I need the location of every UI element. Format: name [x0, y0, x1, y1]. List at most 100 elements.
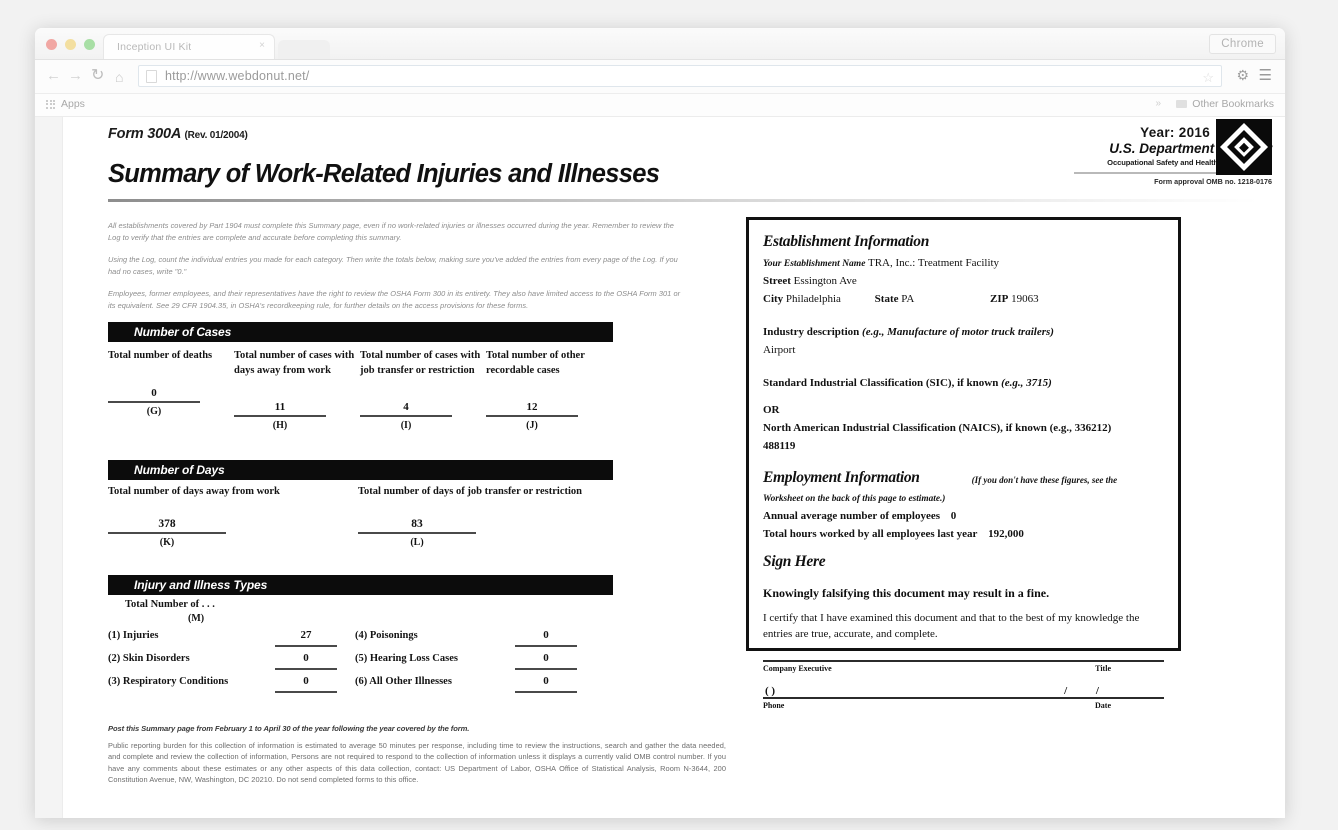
dol-seal-icon	[1216, 119, 1272, 175]
signature-line[interactable]	[763, 660, 1164, 662]
total-hours-value: 192,000	[988, 528, 1024, 540]
value-underline	[275, 645, 337, 647]
case-key: (G)	[146, 405, 162, 417]
type-value-cell: 0	[515, 629, 577, 647]
intro-paragraph-2: Using the Log, count the individual entr…	[108, 255, 678, 276]
phone-date-captions: Phone Date	[763, 701, 1164, 710]
zip-value: 19063	[1011, 293, 1039, 305]
section-header-number-of-days: Number of Days	[108, 460, 613, 480]
type-value-cell: 0	[275, 675, 337, 693]
phone-date-values: ( ) / /	[763, 685, 1164, 697]
phone-date-line[interactable]	[763, 697, 1164, 699]
forward-arrow-icon[interactable]: →	[68, 68, 83, 84]
value-underline	[515, 668, 577, 670]
bookmarks-overflow-icon[interactable]: »	[1155, 98, 1161, 109]
state-value: PA	[901, 293, 915, 305]
industry-description-row: Industry description (e.g., Manufacture …	[763, 326, 1164, 338]
browser-title-bar: Inception UI Kit × Chrome	[35, 28, 1285, 60]
maximize-window-button[interactable]	[84, 39, 95, 50]
type-row: (2) Skin Disorders 0 (5) Hearing Loss Ca…	[108, 652, 613, 675]
value-underline	[108, 400, 200, 403]
type-value-cell: 0	[275, 652, 337, 670]
type-label: (2) Skin Disorders	[108, 653, 190, 664]
other-bookmarks-button[interactable]: Other Bookmarks	[1176, 98, 1274, 110]
company-executive-label: Company Executive	[763, 664, 832, 673]
form-revision: (Rev. 01/2004)	[184, 130, 248, 141]
days-grid: Total number of days away from work 378 …	[108, 485, 628, 548]
section-header-number-of-cases: Number of Cases	[108, 322, 613, 342]
type-value-cell: 0	[515, 675, 577, 693]
zip-label: ZIP	[990, 293, 1009, 305]
apps-label: Apps	[61, 98, 85, 110]
bookmarks-bar: Apps » Other Bookmarks	[35, 94, 1285, 117]
home-icon[interactable]: ⌂	[115, 69, 123, 85]
type-label: (4) Poisonings	[355, 630, 418, 641]
case-column-g: Total number of deaths 0 (G)	[108, 349, 234, 431]
naics-row: North American Industrial Classification…	[763, 422, 1164, 434]
phone-value[interactable]: ( )	[765, 685, 775, 697]
gear-icon[interactable]: ⚙	[1236, 67, 1249, 84]
section-title: Injury and Illness Types	[134, 578, 268, 592]
value-underline	[275, 668, 337, 670]
close-window-button[interactable]	[46, 39, 57, 50]
street-label: Street	[763, 275, 791, 287]
day-column-l: Total number of days of job transfer or …	[358, 485, 608, 548]
day-label: Total number of days away from work	[108, 486, 280, 497]
value-underline	[515, 691, 577, 693]
osha-form-300a: Form 300A (Rev. 01/2004) Summary of Work…	[63, 117, 1285, 818]
case-label: Total number of cases with job transfer …	[360, 350, 481, 376]
employment-note-line-1: (If you don't have these figures, see th…	[971, 475, 1118, 485]
close-icon[interactable]: ×	[259, 41, 265, 51]
state-label: State	[874, 293, 899, 305]
back-arrow-icon[interactable]: ←	[46, 68, 61, 84]
bookmark-star-icon[interactable]: ☆	[1202, 70, 1214, 86]
chrome-badge: Chrome	[1209, 34, 1276, 54]
phone-label: Phone	[763, 701, 785, 710]
establishment-name-value: TRA, Inc.: Treatment Facility	[867, 257, 1000, 269]
type-label: (5) Hearing Loss Cases	[355, 653, 458, 664]
apps-button[interactable]: Apps	[46, 98, 85, 110]
page-canvas: Form 300A (Rev. 01/2004) Summary of Work…	[63, 117, 1285, 818]
cases-grid: Total number of deaths 0 (G) Total numbe…	[108, 349, 613, 431]
agency-block: Year: 2016 U.S. Department of Labor Occu…	[1074, 119, 1272, 186]
types-total-key: (M)	[188, 613, 205, 624]
new-tab-button[interactable]	[278, 40, 330, 59]
case-column-j: Total number of other recordable cases 1…	[486, 349, 612, 431]
establishment-name-label: Your Establishment Name	[763, 259, 866, 269]
value-underline	[234, 415, 326, 417]
total-hours-label: Total hours worked by all employees last…	[763, 528, 978, 540]
type-label: (1) Injuries	[108, 630, 159, 641]
case-key: (I)	[400, 420, 412, 431]
tab-inception-ui-kit[interactable]: Inception UI Kit ×	[103, 34, 275, 59]
employment-note-line-2: Worksheet on the back of this page to es…	[763, 494, 946, 504]
reload-icon[interactable]: ↻	[91, 68, 104, 84]
naics-label: North American Industrial Classification…	[763, 422, 1112, 434]
or-label: OR	[763, 404, 780, 416]
establishment-heading: Establishment Information	[763, 233, 930, 250]
minimize-window-button[interactable]	[65, 39, 76, 50]
case-value: 12	[526, 401, 538, 413]
hamburger-menu-icon[interactable]: ☰	[1259, 66, 1272, 84]
address-bar[interactable]: http://www.webdonut.net/ ☆	[138, 65, 1222, 87]
title-divider	[108, 199, 1258, 202]
case-label: Total number of cases with days away fro…	[234, 350, 355, 376]
browser-window: Inception UI Kit × Chrome ← → ↻ ⌂ http:/…	[35, 28, 1285, 818]
avg-employees-row: Annual average number of employees 0	[763, 510, 1164, 522]
date-value[interactable]: / /	[1064, 685, 1112, 697]
sic-label: Standard Industrial Classification (SIC)…	[763, 377, 999, 389]
footer-burden-statement: Public reporting burden for this collect…	[108, 741, 726, 785]
city-state-zip-row: City Philadelphia State PA ZIP 19063	[763, 293, 1164, 305]
type-value-cell: 27	[275, 629, 337, 647]
industry-label: Industry description	[763, 326, 860, 338]
signature-captions: Company Executive Title	[763, 664, 1164, 673]
report-year: Year: 2016	[1074, 125, 1210, 140]
city-value: Philadelphia	[785, 293, 841, 305]
naics-value: 488119	[763, 440, 796, 452]
section-title: Number of Days	[134, 463, 225, 477]
type-value: 27	[300, 629, 312, 641]
value-underline	[358, 531, 476, 534]
type-value: 0	[543, 629, 549, 641]
street-value: Essington Ave	[793, 275, 857, 287]
